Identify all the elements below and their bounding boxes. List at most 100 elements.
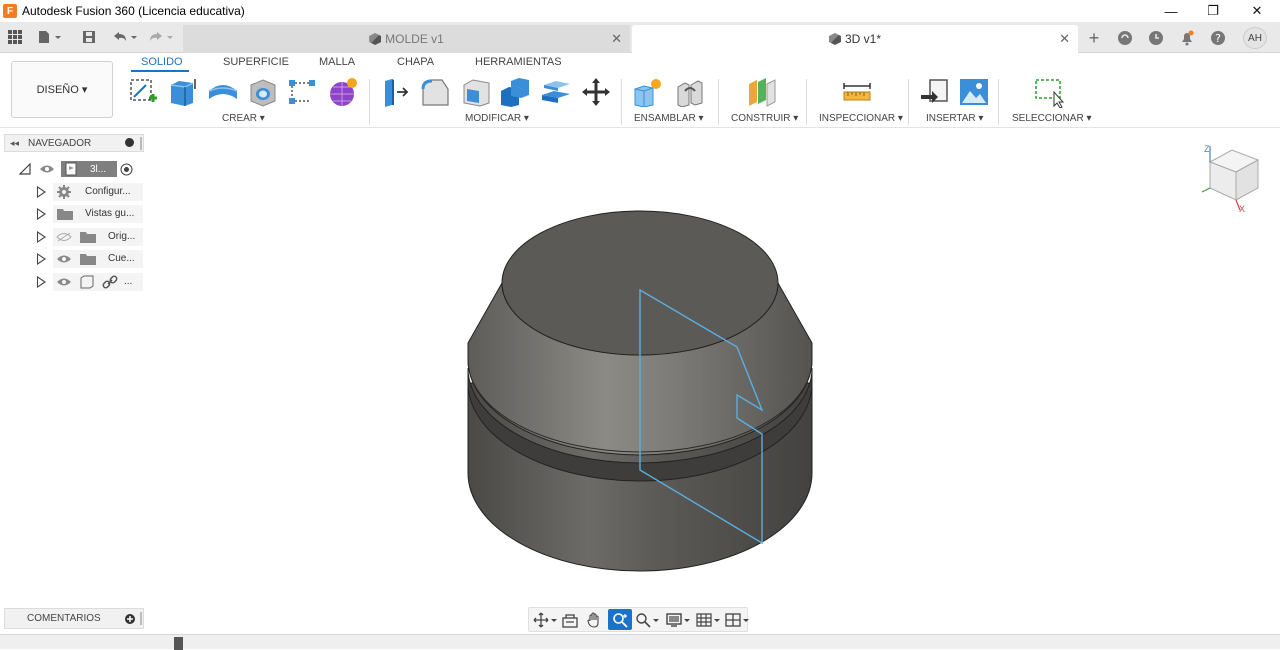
folder-icon — [80, 254, 96, 265]
group-crear-label[interactable]: CREAR ▾ — [222, 113, 265, 124]
save-icon[interactable] — [80, 29, 98, 45]
expanded-triangle-icon[interactable] — [19, 163, 31, 175]
svg-text:?: ? — [1215, 32, 1221, 45]
toolbar-divider — [998, 79, 999, 125]
look-at-icon[interactable] — [561, 611, 579, 629]
help-icon[interactable]: ? — [1207, 27, 1229, 49]
redo-icon[interactable] — [146, 29, 176, 45]
viewcube[interactable]: Z X — [1201, 144, 1260, 214]
comments-panel-header[interactable]: COMENTARIOS — [4, 608, 144, 629]
browser-item-label: Vistas gu... — [85, 208, 135, 219]
browser-panel-header[interactable]: ◂◂ NAVEGADOR — [4, 134, 144, 152]
pan-hand-icon[interactable] — [585, 611, 603, 629]
visibility-eye-icon[interactable] — [56, 277, 72, 287]
file-menu-icon[interactable] — [37, 29, 63, 45]
minimize-button[interactable]: — — [1150, 0, 1192, 22]
restore-button[interactable]: ❐ — [1192, 0, 1234, 22]
activate-radio-icon[interactable] — [120, 163, 133, 176]
browser-pin-icon[interactable] — [125, 138, 134, 147]
insert-canvas-image-icon[interactable] — [958, 76, 990, 108]
joint-icon[interactable] — [674, 76, 706, 108]
new-component-icon[interactable] — [632, 76, 664, 108]
job-status-icon[interactable] — [1145, 27, 1167, 49]
offset-plane-icon[interactable] — [746, 76, 778, 108]
tab-chapa[interactable]: CHAPA — [397, 56, 434, 68]
group-insertar-label[interactable]: INSERTAR ▾ — [926, 113, 983, 124]
pattern-icon[interactable] — [286, 76, 318, 108]
browser-item-label: Configur... — [85, 186, 131, 197]
measure-icon[interactable] — [841, 76, 873, 108]
fillet-icon[interactable] — [419, 76, 451, 108]
toolbar-divider — [621, 79, 622, 125]
browser-title: NAVEGADOR — [28, 137, 92, 149]
tab-superficie[interactable]: SUPERFICIE — [223, 56, 289, 68]
zoom-active-icon[interactable] — [608, 609, 632, 630]
extensions-icon[interactable] — [1114, 27, 1136, 49]
close-window-button[interactable]: ✕ — [1236, 0, 1278, 22]
extrude-icon[interactable] — [166, 76, 198, 108]
expand-triangle-icon[interactable] — [37, 231, 46, 243]
expand-triangle-icon[interactable] — [37, 208, 46, 220]
design-cube-icon — [828, 33, 841, 45]
revolve-icon[interactable] — [207, 76, 239, 108]
tab-3d[interactable]: 3D v1* ✕ — [632, 25, 1078, 53]
notifications-bell-icon[interactable] — [1176, 27, 1198, 49]
combine-icon[interactable] — [499, 76, 531, 108]
hole-icon[interactable] — [247, 76, 279, 108]
model-canvas[interactable]: Z X — [0, 128, 1280, 634]
visibility-eye-icon[interactable] — [39, 164, 55, 174]
expand-triangle-icon[interactable] — [37, 186, 46, 198]
display-settings-icon[interactable] — [665, 611, 691, 629]
root-component-box[interactable]: 3l... — [61, 161, 117, 177]
group-ensamblar-label[interactable]: ENSAMBLAR ▾ — [634, 113, 703, 124]
insert-derive-icon[interactable] — [918, 76, 950, 108]
new-tab-plus-icon[interactable]: + — [1083, 27, 1105, 49]
viewcube-z-label: Z — [1204, 144, 1210, 154]
folder-icon — [57, 209, 73, 220]
group-construir-label[interactable]: CONSTRUIR ▾ — [731, 113, 798, 124]
workspace-switcher-button[interactable]: DISEÑO ▾ — [11, 61, 113, 118]
move-copy-icon[interactable] — [580, 76, 612, 108]
grid-settings-icon[interactable] — [695, 611, 721, 629]
group-seleccionar-label[interactable]: SELECCIONAR ▾ — [1012, 113, 1091, 124]
tab-solido[interactable]: SOLIDO — [141, 56, 183, 68]
comments-title: COMENTARIOS — [27, 613, 101, 624]
form-sphere-icon[interactable] — [327, 76, 359, 108]
viewports-icon[interactable] — [724, 611, 750, 629]
visibility-eye-icon[interactable] — [56, 254, 72, 264]
expand-triangle-icon[interactable] — [37, 276, 46, 288]
create-sketch-icon[interactable] — [127, 76, 159, 108]
undo-icon[interactable] — [110, 29, 140, 45]
viewcube-x-label: X — [1239, 204, 1245, 214]
folder-icon — [80, 232, 96, 243]
group-modificar-label[interactable]: MODIFICAR ▾ — [465, 113, 529, 124]
tab-molde-label: MOLDE v1 — [385, 32, 444, 46]
tab-molde-close-icon[interactable]: ✕ — [611, 31, 622, 47]
window-titlebar: F Autodesk Fusion 360 (Licencia educativ… — [0, 0, 1280, 22]
orbit-icon[interactable] — [532, 611, 558, 629]
tab-herramientas[interactable]: HERRAMIENTAS — [475, 56, 562, 68]
fit-zoom-icon[interactable] — [634, 611, 660, 629]
collapse-panel-icon[interactable]: ◂◂ — [10, 138, 19, 149]
expand-triangle-icon[interactable] — [37, 253, 46, 265]
hidden-eye-icon[interactable] — [56, 232, 72, 242]
group-inspeccionar-label[interactable]: INSPECCIONAR ▾ — [819, 113, 903, 124]
add-comment-icon[interactable] — [125, 614, 135, 624]
data-panel-grid-icon[interactable] — [6, 29, 24, 45]
document-component-icon — [65, 162, 77, 176]
timeline-bar — [0, 634, 1280, 650]
panel-grip[interactable] — [140, 612, 142, 625]
shell-icon[interactable] — [460, 76, 492, 108]
tab-malla[interactable]: MALLA — [319, 56, 355, 68]
press-pull-icon[interactable] — [379, 76, 411, 108]
offset-face-icon[interactable] — [540, 76, 572, 108]
user-avatar[interactable]: AH — [1243, 27, 1267, 49]
tab-molde[interactable]: MOLDE v1 ✕ — [183, 25, 630, 53]
tab-3d-close-icon[interactable]: ✕ — [1059, 31, 1070, 47]
3d-viewport[interactable]: Z X — [0, 128, 1280, 634]
panel-grip[interactable] — [140, 137, 142, 150]
timeline-marker[interactable] — [174, 637, 183, 650]
select-window-icon[interactable] — [1034, 76, 1066, 108]
active-tab-underline — [131, 70, 189, 72]
toolbar-divider — [718, 79, 719, 125]
